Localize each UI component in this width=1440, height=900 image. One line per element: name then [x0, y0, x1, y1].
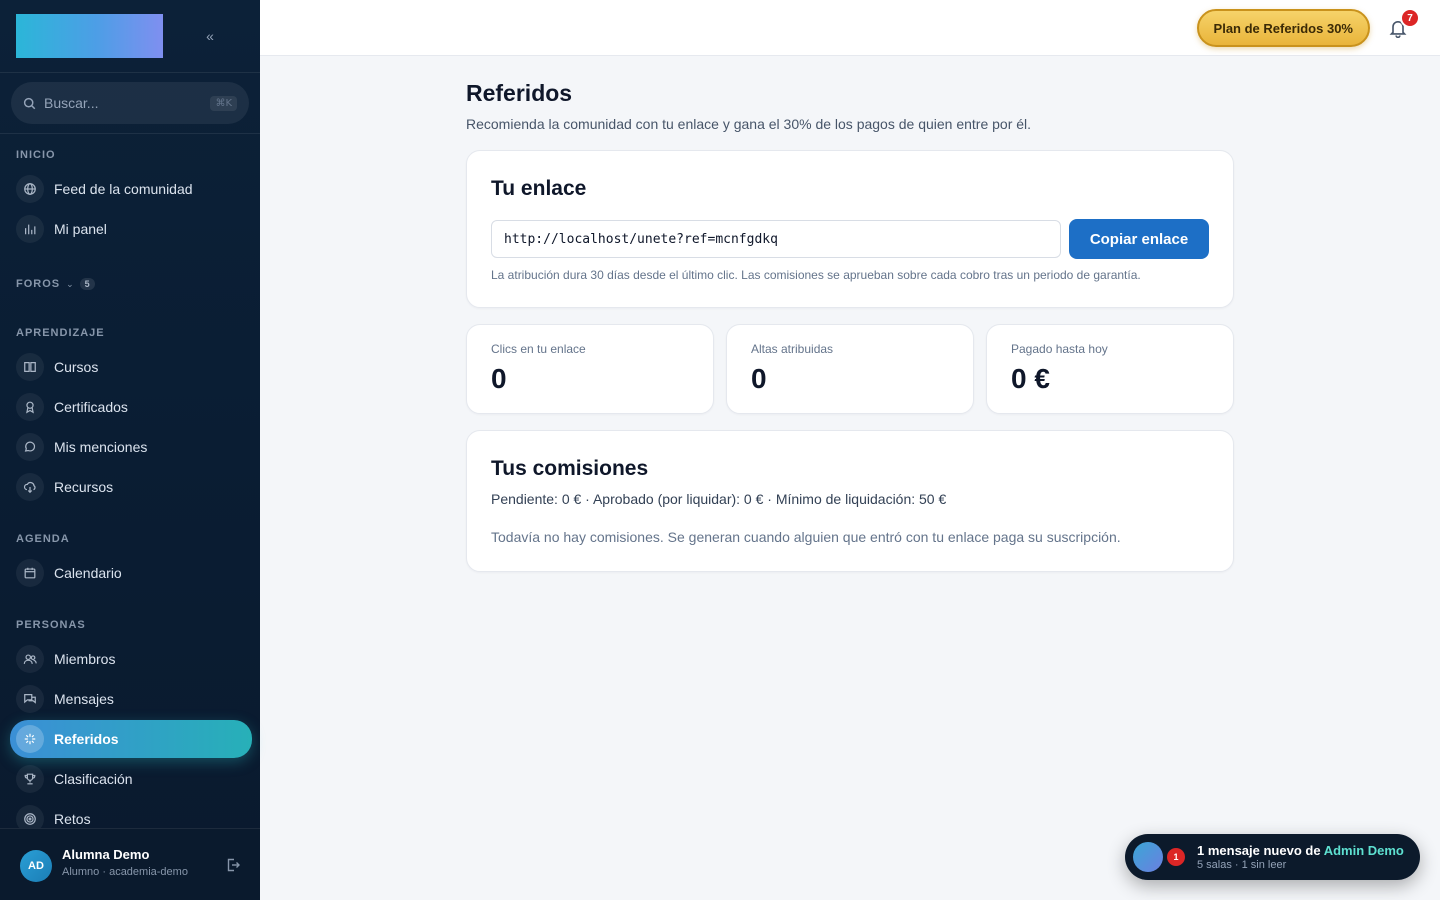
notification-count-badge: 7 — [1400, 8, 1420, 28]
search-icon — [23, 97, 36, 109]
sidebar-item-panel[interactable]: Mi panel — [10, 211, 252, 247]
chevron-down-icon: ⌄ — [66, 278, 74, 289]
sidebar-item-label: Retos — [54, 811, 91, 827]
topbar: Plan de Referidos 30% 7 — [260, 0, 1440, 56]
stat-card-clicks: Clics en tu enlace 0 — [466, 324, 714, 414]
commissions-summary: Pendiente: 0 € · Aprobado (por liquidar)… — [491, 491, 947, 507]
sidebar-item-label: Feed de la comunidad — [54, 181, 193, 197]
sidebar-item-certificados[interactable]: Certificados — [10, 389, 252, 425]
section-inicio: INICIO — [16, 149, 56, 161]
stat-value: 0 — [751, 363, 767, 394]
chat-bubble-icon — [16, 433, 44, 461]
search-area: ⌘K — [0, 73, 260, 134]
referral-link-card: Tu enlace Copiar enlace La atribución du… — [466, 150, 1234, 308]
commissions-card: Tus comisiones Pendiente: 0 € · Aprobado… — [466, 430, 1234, 572]
sidebar-item-mensajes[interactable]: Mensajes — [10, 681, 252, 717]
collapse-sidebar-icon[interactable]: « — [200, 26, 220, 46]
sidebar-item-label: Calendario — [54, 565, 122, 581]
sidebar-item-label: Recursos — [54, 479, 114, 495]
stat-value: 0 € — [1011, 363, 1050, 394]
user-footer: AD Alumna Demo Alumno · academia-demo — [0, 828, 260, 900]
commissions-title: Tus comisiones — [491, 457, 649, 480]
sidebar-item-menciones[interactable]: Mis menciones — [10, 429, 252, 465]
trophy-icon — [16, 765, 44, 793]
sidebar-item-label: Miembros — [54, 651, 116, 667]
avatar[interactable]: AD — [20, 850, 52, 882]
sidebar-item-label: Cursos — [54, 359, 99, 375]
stat-label: Altas atribuidas — [751, 342, 834, 356]
brand-logo[interactable] — [16, 14, 163, 58]
users-icon — [16, 645, 44, 673]
copy-link-button[interactable]: Copiar enlace — [1069, 219, 1209, 259]
sidebar-item-label: Referidos — [54, 731, 119, 747]
page-subtitle: Recomienda la comunidad con tu enlace y … — [466, 116, 1032, 132]
logout-icon[interactable] — [225, 857, 241, 873]
sidebar-header: « — [0, 0, 260, 73]
foros-count-badge: 5 — [79, 278, 95, 290]
stat-card-paid: Pagado hasta hoy 0 € — [986, 324, 1234, 414]
referral-plan-button[interactable]: Plan de Referidos 30% — [1196, 9, 1370, 47]
toast-sender: Admin Demo — [1323, 843, 1404, 858]
sidebar-item-clasificacion[interactable]: Clasificación — [10, 761, 252, 797]
commissions-empty-state: Todavía no hay comisiones. Se generan cu… — [491, 529, 1121, 545]
new-message-toast[interactable]: 1 1 mensaje nuevo de Admin Demo 5 salas … — [1125, 834, 1420, 880]
messages-icon — [16, 685, 44, 713]
sidebar-item-cursos[interactable]: Cursos — [10, 349, 252, 385]
sidebar-item-feed[interactable]: Feed de la comunidad — [10, 171, 252, 207]
stat-label: Clics en tu enlace — [491, 342, 586, 356]
bar-chart-icon — [16, 215, 44, 243]
section-personas: PERSONAS — [16, 619, 86, 631]
sender-avatar — [1133, 842, 1163, 872]
stat-card-signups: Altas atribuidas 0 — [726, 324, 974, 414]
toast-detail: 5 salas · 1 sin leer — [1197, 859, 1287, 871]
sidebar-item-label: Certificados — [54, 399, 128, 415]
unread-badge: 1 — [1167, 848, 1185, 866]
sparkle-icon — [16, 725, 44, 753]
toast-message: 1 mensaje nuevo de Admin Demo — [1197, 843, 1404, 858]
cloud-download-icon — [16, 473, 44, 501]
calendar-icon — [16, 559, 44, 587]
link-card-title: Tu enlace — [491, 177, 587, 200]
foros-toggle[interactable]: FOROS ⌄ 5 — [16, 278, 95, 290]
user-role: Alumno · academia-demo — [62, 866, 188, 878]
section-agenda: AGENDA — [16, 533, 70, 545]
referral-link-field[interactable] — [491, 220, 1061, 258]
section-aprendizaje: APRENDIZAJE — [16, 327, 105, 339]
stat-value: 0 — [491, 363, 507, 394]
sidebar-item-recursos[interactable]: Recursos — [10, 469, 252, 505]
sidebar-item-label: Mensajes — [54, 691, 114, 707]
sidebar-item-label: Mi panel — [54, 221, 107, 237]
sidebar-item-label: Clasificación — [54, 771, 133, 787]
sidebar-item-label: Mis menciones — [54, 439, 148, 455]
section-foros: FOROS — [16, 278, 61, 290]
sidebar-item-calendario[interactable]: Calendario — [10, 555, 252, 591]
toast-prefix: 1 mensaje nuevo de — [1197, 843, 1324, 858]
page-title: Referidos — [466, 80, 573, 106]
search-box[interactable]: ⌘K — [11, 82, 249, 124]
stat-label: Pagado hasta hoy — [1011, 342, 1108, 356]
sidebar-item-miembros[interactable]: Miembros — [10, 641, 252, 677]
book-icon — [16, 353, 44, 381]
attribution-note: La atribución dura 30 días desde el últi… — [491, 268, 1141, 282]
search-input[interactable] — [44, 95, 194, 111]
sidebar-item-referidos[interactable]: Referidos — [10, 720, 252, 758]
sidebar: « ⌘K INICIO Feed de la comunidad Mi pane… — [0, 0, 260, 900]
search-shortcut: ⌘K — [210, 95, 237, 111]
award-icon — [16, 393, 44, 421]
globe-icon — [16, 175, 44, 203]
user-name: Alumna Demo — [62, 847, 150, 862]
